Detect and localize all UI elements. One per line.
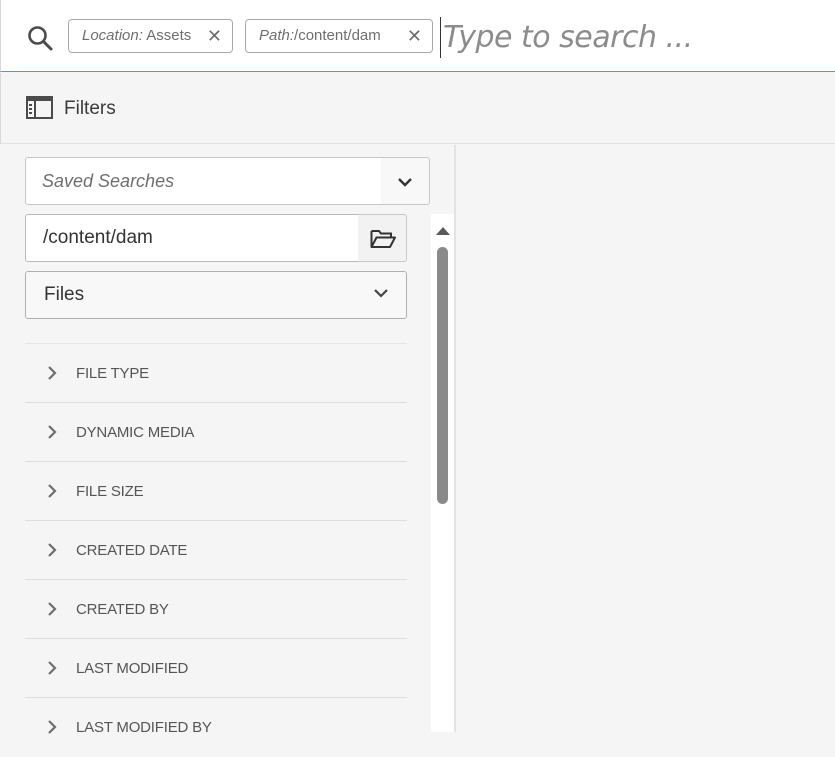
chevron-right-icon bbox=[48, 543, 57, 557]
chevron-down-icon bbox=[374, 289, 388, 298]
browse-path-button[interactable] bbox=[358, 214, 407, 262]
facet-label: FILE TYPE bbox=[76, 365, 149, 382]
saved-searches-dropdown-button[interactable] bbox=[381, 157, 430, 205]
filters-title: Filters bbox=[64, 98, 116, 119]
rail-divider[interactable] bbox=[454, 145, 456, 732]
type-select[interactable]: Files bbox=[25, 271, 407, 319]
path-field[interactable]: /content/dam bbox=[25, 214, 359, 262]
facet-label: CREATED DATE bbox=[76, 542, 188, 559]
facet-dynamic-media[interactable]: DYNAMIC MEDIA bbox=[25, 402, 407, 461]
facet-label: FILE SIZE bbox=[76, 483, 144, 500]
type-select-value: Files bbox=[44, 284, 85, 305]
results-pane bbox=[456, 145, 835, 732]
facet-file-size[interactable]: FILE SIZE bbox=[25, 461, 407, 520]
folder-open-icon bbox=[370, 230, 396, 248]
scroll-up-arrow-icon[interactable] bbox=[435, 226, 451, 236]
search-bar: Location: Assets ✕ Path:/content/dam ✕ bbox=[0, 0, 835, 72]
chevron-down-icon bbox=[398, 178, 412, 187]
close-icon[interactable]: ✕ bbox=[207, 20, 222, 52]
facet-file-type[interactable]: FILE TYPE bbox=[25, 343, 407, 402]
chevron-right-icon bbox=[48, 425, 57, 439]
facet-list: FILE TYPE DYNAMIC MEDIA FILE SIZE CREATE… bbox=[25, 343, 407, 756]
facet-last-modified[interactable]: LAST MODIFIED bbox=[25, 638, 407, 697]
facet-created-by[interactable]: CREATED BY bbox=[25, 579, 407, 638]
location-tag[interactable]: Location: Assets ✕ bbox=[68, 19, 233, 53]
tag-value: /content/dam bbox=[294, 27, 381, 44]
facet-label: DYNAMIC MEDIA bbox=[76, 424, 195, 441]
path-tag[interactable]: Path:/content/dam ✕ bbox=[245, 19, 433, 53]
facet-last-modified-by[interactable]: LAST MODIFIED BY bbox=[25, 697, 407, 756]
sidebar-panel-icon[interactable] bbox=[26, 96, 53, 119]
chevron-right-icon bbox=[48, 720, 57, 734]
search-input[interactable] bbox=[441, 14, 823, 60]
facet-label: CREATED BY bbox=[76, 601, 169, 618]
facet-label: LAST MODIFIED bbox=[76, 660, 189, 677]
filters-header bbox=[0, 73, 835, 144]
chevron-right-icon bbox=[48, 366, 57, 380]
facet-label: LAST MODIFIED BY bbox=[76, 719, 212, 736]
tag-key: Location: bbox=[82, 27, 143, 44]
chevron-right-icon bbox=[48, 661, 57, 675]
tag-key: Path: bbox=[259, 27, 295, 44]
chevron-right-icon bbox=[48, 484, 57, 498]
close-icon[interactable]: ✕ bbox=[407, 20, 422, 52]
saved-searches-field[interactable]: Saved Searches bbox=[25, 157, 382, 205]
scrollbar-thumb[interactable] bbox=[437, 247, 448, 504]
tag-value: Assets bbox=[142, 27, 192, 44]
search-icon[interactable] bbox=[27, 25, 53, 51]
chevron-right-icon bbox=[48, 602, 57, 616]
facet-created-date[interactable]: CREATED DATE bbox=[25, 520, 407, 579]
